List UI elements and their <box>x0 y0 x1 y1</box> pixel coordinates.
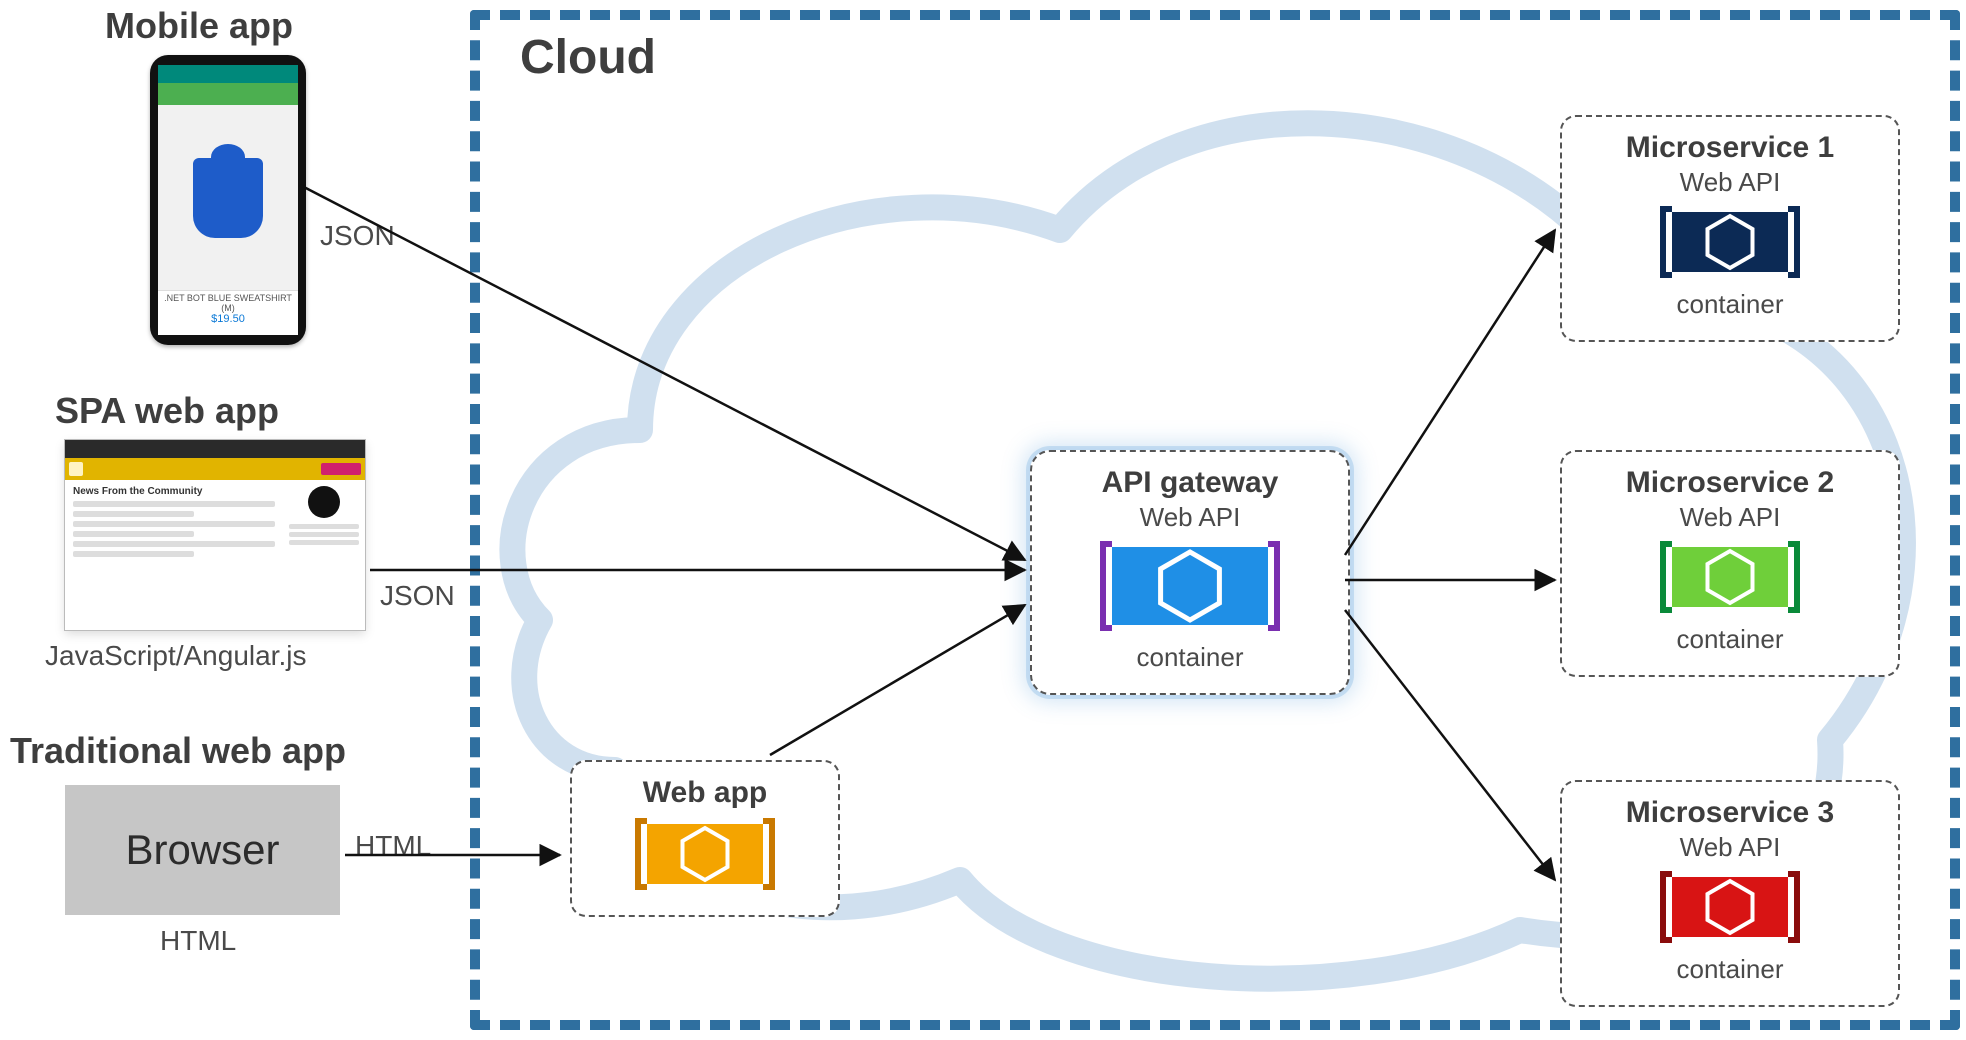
product-caption: .NET BOT BLUE SWEATSHIRT (M) <box>158 293 298 313</box>
microservice-3-title: Microservice 3 <box>1580 796 1880 830</box>
spa-protocol-label: JSON <box>380 580 455 612</box>
microservice-1-container-label: container <box>1580 289 1880 320</box>
api-gateway-container-label: container <box>1050 642 1330 673</box>
microservice-2-card: Microservice 2 Web API container <box>1560 450 1900 677</box>
microservice-2-api-label: Web API <box>1580 502 1880 533</box>
microservice-1-title: Microservice 1 <box>1580 131 1880 165</box>
microservice-3-card: Microservice 3 Web API container <box>1560 780 1900 1007</box>
container-icon <box>1100 541 1280 631</box>
spa-heading: SPA web app <box>55 390 279 432</box>
cloud-title: Cloud <box>520 30 656 85</box>
diagram-canvas: Cloud Mobile app .NET BOT BLUE SWEATSHIR… <box>0 0 1966 1040</box>
microservice-2-title: Microservice 2 <box>1580 466 1880 500</box>
traditional-heading: Traditional web app <box>10 730 346 772</box>
product-price: $19.50 <box>158 313 298 325</box>
spa-browser-mock: News From the Community <box>65 440 365 630</box>
mobile-app-heading: Mobile app <box>105 5 293 47</box>
spa-news-heading: News From the Community <box>73 486 275 497</box>
traditional-tech-label: HTML <box>160 925 236 957</box>
container-icon <box>1660 206 1800 278</box>
spa-avatar-icon <box>308 486 340 518</box>
spa-tech-label: JavaScript/Angular.js <box>45 640 306 672</box>
api-gateway-api-label: Web API <box>1050 502 1330 533</box>
hoodie-icon <box>193 158 263 238</box>
js-logo-icon <box>69 462 83 476</box>
web-app-title: Web app <box>590 776 820 810</box>
spa-cta-button-icon <box>321 463 361 475</box>
microservice-2-container-label: container <box>1580 624 1880 655</box>
container-icon <box>1660 541 1800 613</box>
microservice-3-api-label: Web API <box>1580 832 1880 863</box>
browser-block: Browser <box>65 785 340 915</box>
microservice-1-card: Microservice 1 Web API container <box>1560 115 1900 342</box>
browser-label: Browser <box>125 826 279 874</box>
container-icon <box>635 818 775 890</box>
mobile-app-mock: .NET BOT BLUE SWEATSHIRT (M) $19.50 <box>150 55 306 345</box>
api-gateway-card: API gateway Web API container <box>1030 450 1350 695</box>
api-gateway-title: API gateway <box>1050 466 1330 500</box>
microservice-1-api-label: Web API <box>1580 167 1880 198</box>
traditional-protocol-label: HTML <box>355 830 431 862</box>
microservice-3-container-label: container <box>1580 954 1880 985</box>
container-icon <box>1660 871 1800 943</box>
web-app-card: Web app <box>570 760 840 917</box>
mobile-protocol-label: JSON <box>320 220 395 252</box>
